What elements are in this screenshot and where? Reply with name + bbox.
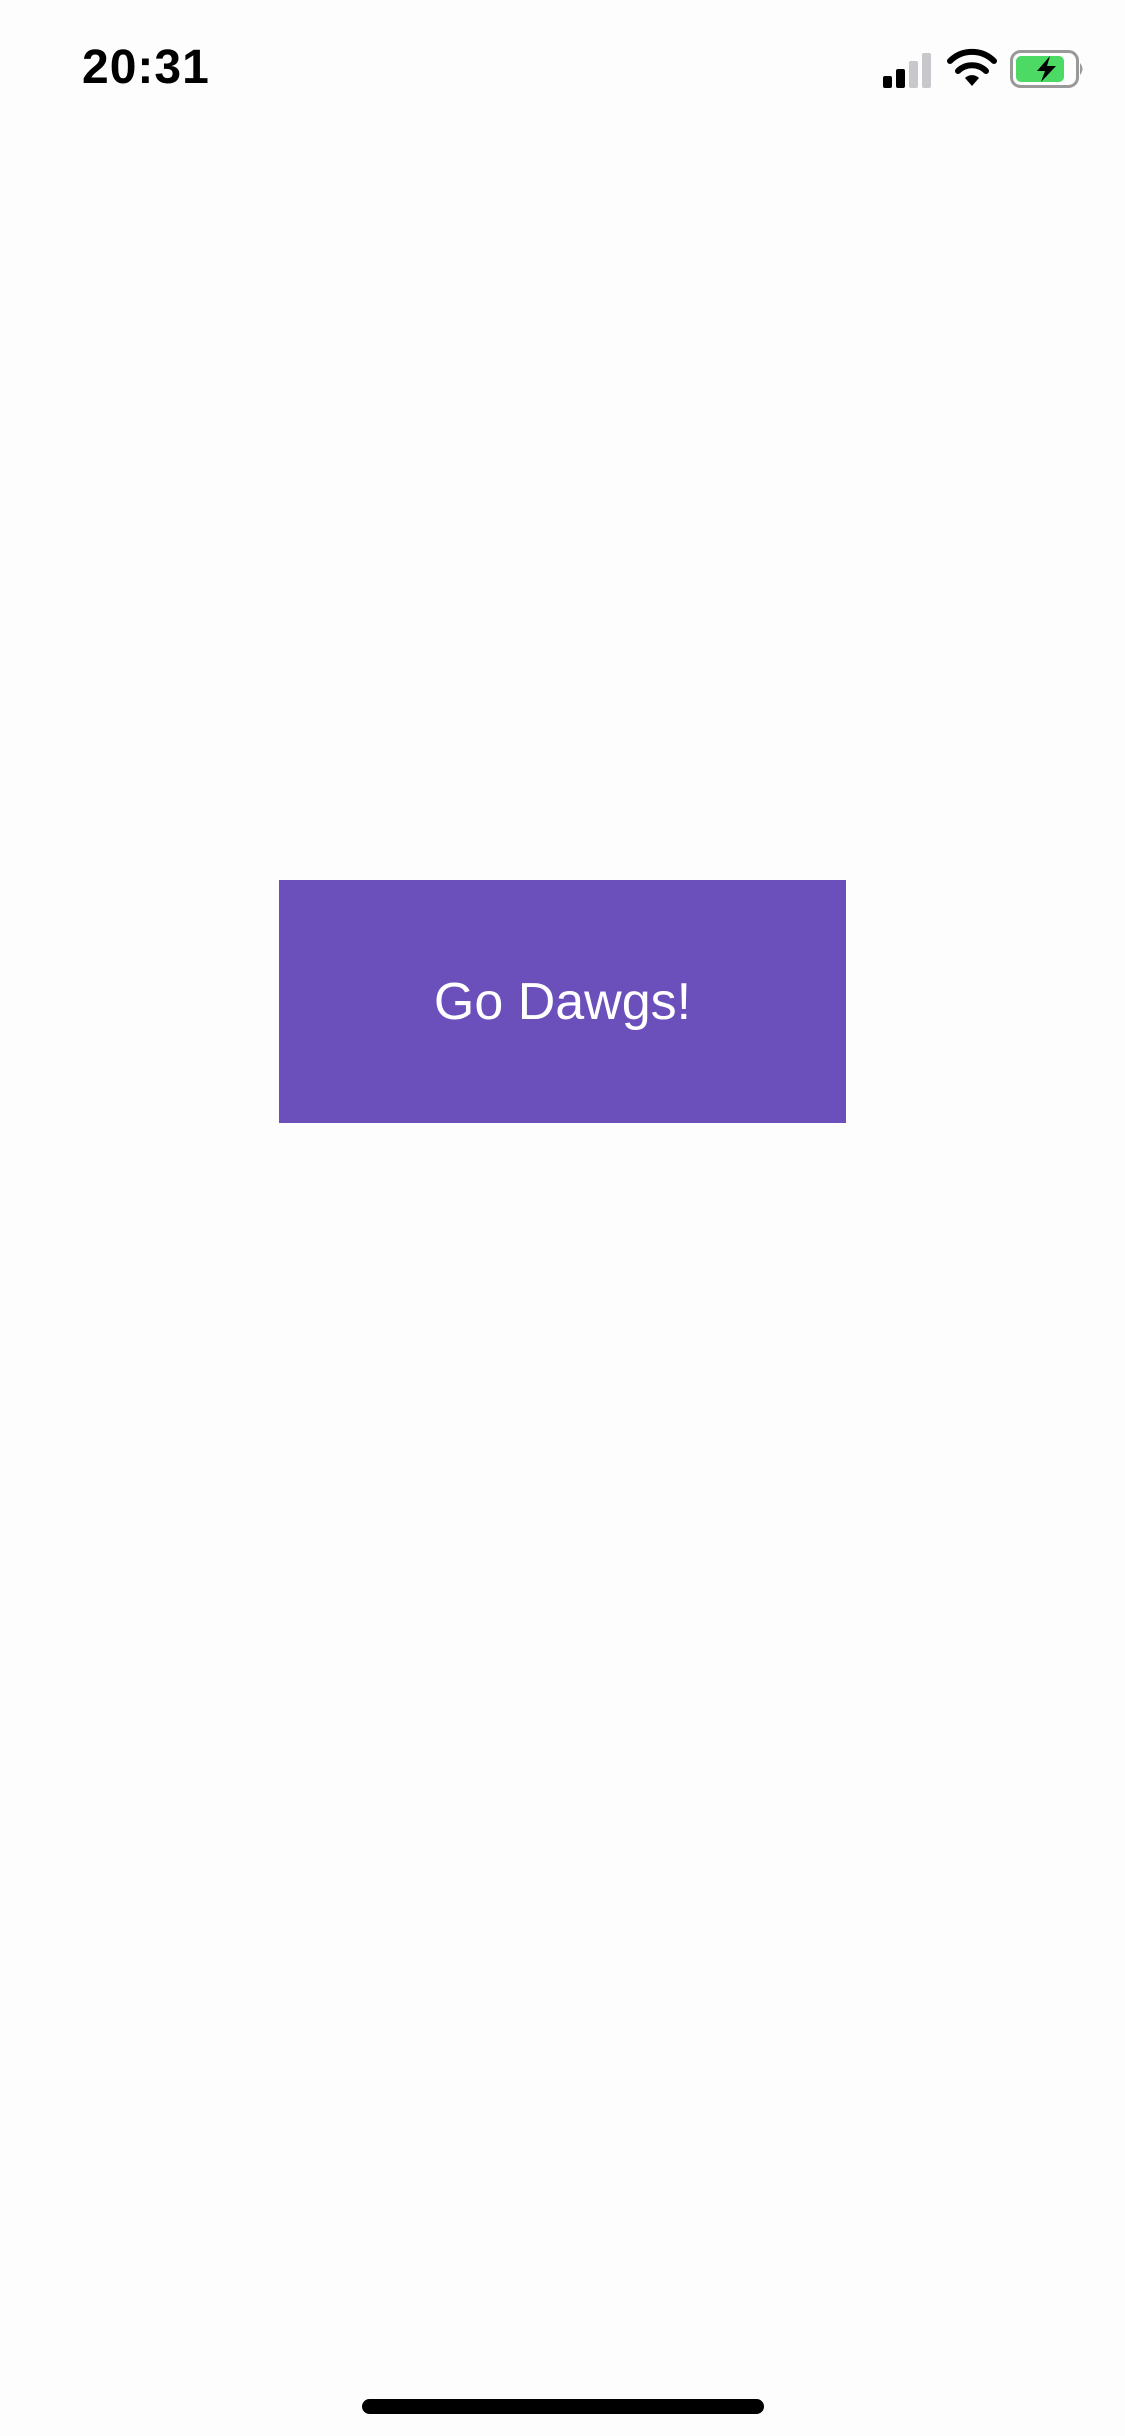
battery-icon bbox=[1010, 50, 1086, 88]
status-time: 20:31 bbox=[82, 41, 210, 94]
home-indicator[interactable] bbox=[362, 2399, 764, 2414]
go-dawgs-button[interactable]: Go Dawgs! bbox=[279, 880, 846, 1123]
wifi-icon bbox=[946, 48, 998, 88]
status-bar: 20:31 bbox=[0, 0, 1125, 140]
signal-icon bbox=[883, 52, 935, 88]
